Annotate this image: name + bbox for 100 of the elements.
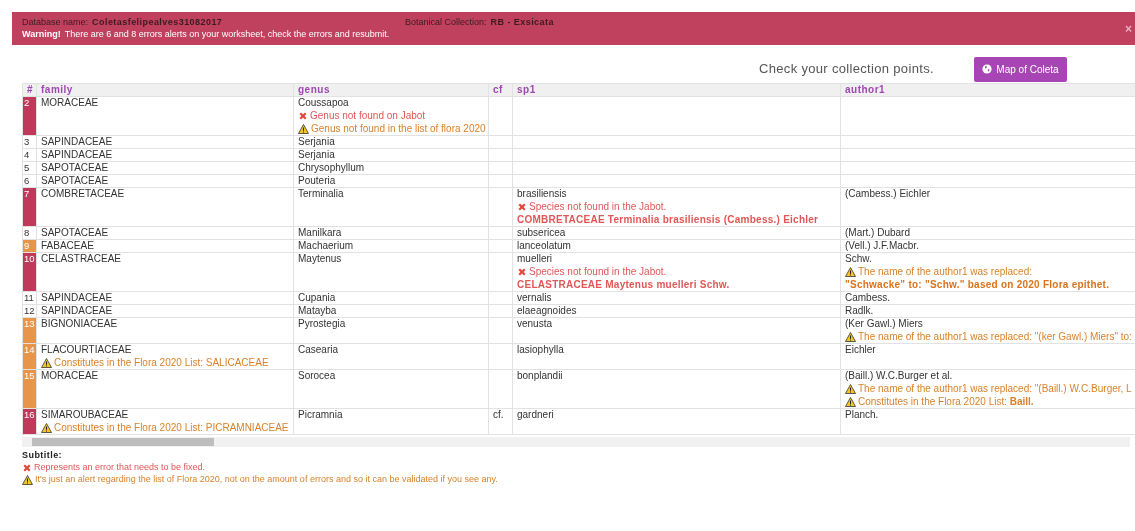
cell-text: Radlk. — [845, 305, 875, 317]
cell-text: elaeagnoides — [517, 305, 578, 317]
cell-text: venusta — [517, 318, 554, 330]
cell-text: Pyrostegia — [298, 318, 347, 330]
cell-text: SAPINDACEAE — [41, 305, 114, 317]
error-icon — [517, 202, 527, 212]
cell-text: SAPOTACEAE — [41, 175, 110, 187]
warning-icon — [298, 124, 309, 134]
error-message: Species not found in the Jabot. — [529, 201, 667, 213]
cell-text: brasiliensis — [517, 188, 568, 200]
database-name: Coletasfelipealves31082017 — [92, 17, 223, 28]
cell-text: Casearia — [298, 344, 340, 356]
error-detail: CELASTRACEAE Maytenus muelleri Schw. — [517, 279, 730, 291]
cell-text: SAPINDACEAE — [41, 136, 114, 148]
scrollbar-thumb[interactable] — [32, 438, 214, 446]
row-number: 6 — [22, 174, 37, 188]
alert-message: The name of the author1 was replaced: "(ker Gawl.) Miers" to: — [858, 331, 1132, 343]
cell-text: Coussapoa — [298, 97, 350, 109]
cell-text: (Cambess.) Eichler — [845, 188, 932, 200]
cell-text: (Ker Gawl.) Miers — [845, 318, 924, 330]
warning-icon — [41, 358, 52, 368]
error-detail: COMBRETACEAE Terminalia brasiliensis (Cambess.) Eichler — [517, 214, 819, 226]
cell-text: vernalis — [517, 292, 553, 304]
cell-text: FLACOURTIACEAE — [41, 344, 133, 356]
column-header: genus — [293, 83, 489, 97]
warning-icon — [41, 423, 52, 433]
warning-icon — [845, 384, 856, 394]
alert-message: Constitutes in the Flora 2020 List: Baill. — [858, 396, 1034, 408]
row-number: 7 — [22, 187, 37, 227]
cell-text: Cupania — [298, 292, 337, 304]
cell-text: SAPINDACEAE — [41, 292, 114, 304]
warning-icon — [845, 332, 856, 342]
cell-text: Machaerium — [298, 240, 355, 252]
cell-text: FABACEAE — [41, 240, 95, 252]
cell-text: cf. — [493, 409, 505, 421]
column-header: # — [22, 83, 37, 97]
cell-text: Manilkara — [298, 227, 343, 239]
cell-text: Pouteria — [298, 175, 337, 187]
error-icon — [298, 111, 308, 121]
map-prompt: Check your collection points. — [759, 60, 935, 79]
row-number: 15 — [22, 369, 37, 409]
cell-text: Schw. — [845, 253, 873, 265]
cell-text: SAPINDACEAE — [41, 149, 114, 161]
cell-text: lasiophylla — [517, 344, 565, 356]
error-message: Species not found in the Jabot. — [529, 266, 667, 278]
row-number: 2 — [22, 96, 37, 136]
error-icon — [22, 462, 32, 473]
cell-text: Cambess. — [845, 292, 891, 304]
cell-text: Planch. — [845, 409, 880, 421]
alert-message: Constitutes in the Flora 2020 List: PICRAMNIACEAE — [54, 422, 289, 434]
row-number: 14 — [22, 343, 37, 370]
cell-text: MORACEAE — [41, 97, 100, 109]
alert-message: The name of the author1 was replaced: "(Baill.) W.C.Burger, L — [858, 383, 1132, 395]
collection-label: Botanical Collection: — [405, 17, 487, 28]
cell-text: subsericea — [517, 227, 567, 239]
close-button[interactable]: × — [1125, 23, 1132, 35]
row-number: 3 — [22, 135, 37, 149]
horizontal-scrollbar[interactable] — [22, 437, 1130, 447]
cell-text: bonplandii — [517, 370, 564, 382]
error-message: Represents an error that needs to be fixed. — [34, 462, 206, 473]
warning-icon — [845, 267, 856, 277]
cell-text: CELASTRACEAE — [41, 253, 123, 265]
warning-label: Warning! — [22, 29, 61, 40]
cell-text: Matayba — [298, 305, 338, 317]
alert-message: The name of the author1 was replaced: — [858, 266, 1032, 278]
legend-title: Subtitle: — [22, 450, 64, 461]
column-header: family — [36, 83, 294, 97]
database-label: Database name: — [22, 17, 89, 28]
cell-text: COMBRETACEAE — [41, 188, 126, 200]
cell-text: (Mart.) Dubard — [845, 227, 911, 239]
cell-text: gardneri — [517, 409, 555, 421]
row-number: 12 — [22, 304, 37, 318]
column-header: cf — [488, 83, 513, 97]
row-number: 4 — [22, 148, 37, 162]
row-number: 11 — [22, 291, 37, 305]
alert-message: It's just an alert regarding the list of Flora 2020, not on the amount of errors and so it can be validated if you see any. — [35, 474, 498, 485]
cell-text: SIMAROUBACEAE — [41, 409, 130, 421]
cell-text: Serjania — [298, 149, 336, 161]
alert-message: Constitutes in the Flora 2020 List: SALICACEAE — [54, 357, 269, 369]
cell-text: Maytenus — [298, 253, 343, 265]
cell-text: Eichler — [845, 344, 877, 356]
map-button[interactable]: Map of Coleta — [974, 56, 1067, 82]
cell-text: SAPOTACEAE — [41, 227, 110, 239]
warning-text: There are 6 and 8 errors alerts on your worksheet, check the errors and resubmit. — [64, 29, 390, 40]
row-number: 5 — [22, 161, 37, 175]
collection-name: RB - Exsicata — [490, 17, 554, 28]
error-icon — [517, 267, 527, 277]
warning-icon — [22, 474, 33, 485]
cell-text: muelleri — [517, 253, 553, 265]
cell-text: BIGNONIACEAE — [41, 318, 119, 330]
alert-message: Genus not found in the list of flora 2020 — [311, 123, 486, 135]
cell-text: Picramnia — [298, 409, 344, 421]
cell-text: Sorocea — [298, 370, 337, 382]
column-header: author1 — [840, 83, 1135, 97]
globe-icon — [982, 64, 993, 74]
cell-text: SAPOTACEAE — [41, 162, 110, 174]
cell-text: Terminalia — [298, 188, 345, 200]
row-number: 13 — [22, 317, 37, 344]
cell-text: Chrysophyllum — [298, 162, 366, 174]
row-number: 10 — [22, 252, 37, 292]
